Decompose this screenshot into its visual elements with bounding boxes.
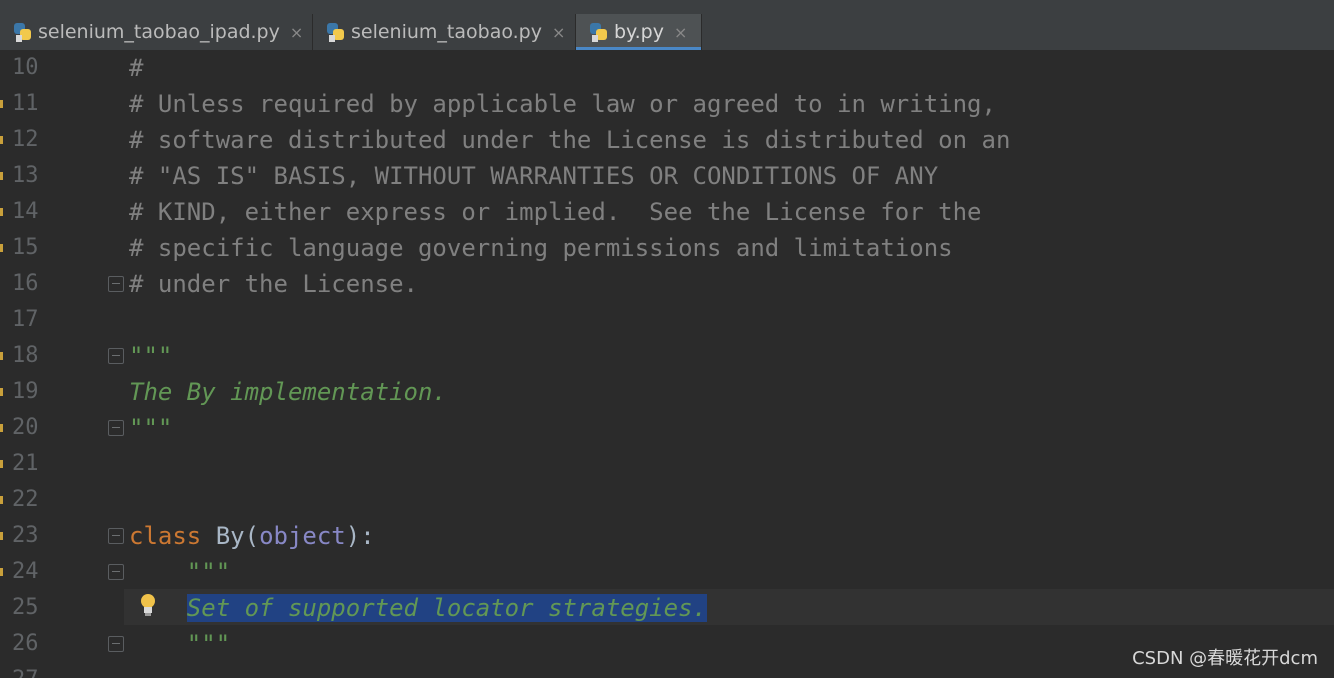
code-line: #	[129, 54, 144, 82]
docstring-line: The By implementation.	[129, 378, 447, 406]
python-file-icon	[590, 23, 607, 42]
line-number: 21	[12, 451, 39, 476]
python-file-icon	[327, 23, 344, 42]
keyword-class: class	[129, 522, 202, 550]
python-file-icon	[14, 23, 31, 42]
change-marker	[0, 568, 3, 576]
class-name: By	[215, 522, 245, 550]
change-marker	[0, 172, 3, 180]
code-line: # KIND, either express or implied. See t…	[129, 198, 982, 226]
change-marker	[0, 424, 3, 432]
tab-selenium-taobao[interactable]: selenium_taobao.py ×	[313, 14, 576, 50]
breadcrumb	[0, 0, 1334, 14]
fold-toggle-icon[interactable]	[108, 636, 124, 652]
tab-close-icon[interactable]: ×	[674, 23, 687, 42]
line-number: 18	[12, 343, 39, 368]
change-marker	[0, 100, 3, 108]
line-number: 24	[12, 559, 39, 584]
change-marker	[0, 388, 3, 396]
fold-toggle-icon[interactable]	[108, 276, 124, 292]
change-marker	[0, 460, 3, 468]
tab-close-icon[interactable]: ×	[290, 23, 303, 42]
ide-window: selenium_taobao_ipad.py × selenium_taoba…	[0, 0, 1334, 678]
base-class: object	[259, 522, 346, 550]
line-number: 13	[12, 163, 39, 188]
code-editor[interactable]: 10 11 12 13 14 15 16 17 18 19 20 21 22 2…	[0, 50, 1334, 678]
code-line: # under the License.	[129, 270, 418, 298]
line-number: 11	[12, 91, 39, 116]
change-marker	[0, 136, 3, 144]
line-number: 27	[0, 662, 110, 678]
line-number: 20	[12, 415, 39, 440]
docstring-quote: """	[129, 558, 231, 586]
editor-tab-bar: selenium_taobao_ipad.py × selenium_taoba…	[0, 14, 1334, 51]
code-line: # "AS IS" BASIS, WITHOUT WARRANTIES OR C…	[129, 162, 939, 190]
class-definition-line: class By(object):	[129, 518, 375, 554]
line-number: 19	[12, 379, 39, 404]
docstring-quote: """	[129, 414, 173, 442]
watermark: CSDN @春暖花开dcm	[1132, 648, 1318, 669]
line-number: 12	[12, 127, 39, 152]
line-number: 26	[12, 631, 39, 656]
selected-text[interactable]: Set of supported locator strategies.	[186, 594, 707, 622]
code-line: # software distributed under the License…	[129, 126, 1011, 154]
docstring-quote: """	[129, 630, 231, 658]
fold-toggle-icon[interactable]	[108, 528, 124, 544]
line-number: 17	[12, 307, 39, 332]
line-number: 23	[12, 523, 39, 548]
line-number: 25	[12, 595, 39, 620]
tab-selenium-taobao-ipad[interactable]: selenium_taobao_ipad.py ×	[0, 14, 313, 50]
close-paren-colon: ):	[345, 522, 375, 550]
line-number: 14	[12, 199, 39, 224]
change-marker	[0, 496, 3, 504]
line-number: 10	[12, 55, 39, 80]
tab-label: selenium_taobao_ipad.py	[38, 21, 280, 43]
line-number: 15	[12, 235, 39, 260]
line-number: 16	[12, 271, 39, 296]
change-marker	[0, 208, 3, 216]
tab-label: by.py	[614, 21, 664, 43]
docstring-selected-line: Set of supported locator strategies.	[129, 590, 707, 626]
change-marker	[0, 532, 3, 540]
tab-label: selenium_taobao.py	[351, 21, 542, 43]
change-marker	[0, 244, 3, 252]
tab-by-py[interactable]: by.py ×	[576, 14, 702, 50]
change-marker	[0, 352, 3, 360]
fold-toggle-icon[interactable]	[108, 420, 124, 436]
code-line: # specific language governing permission…	[129, 234, 953, 262]
fold-toggle-icon[interactable]	[108, 564, 124, 580]
open-paren: (	[244, 522, 260, 550]
code-line: # Unless required by applicable law or a…	[129, 90, 996, 118]
docstring-quote: """	[129, 342, 173, 370]
line-number: 22	[12, 487, 39, 512]
lightbulb-icon[interactable]	[138, 591, 158, 619]
tab-close-icon[interactable]: ×	[552, 23, 565, 42]
fold-toggle-icon[interactable]	[108, 348, 124, 364]
